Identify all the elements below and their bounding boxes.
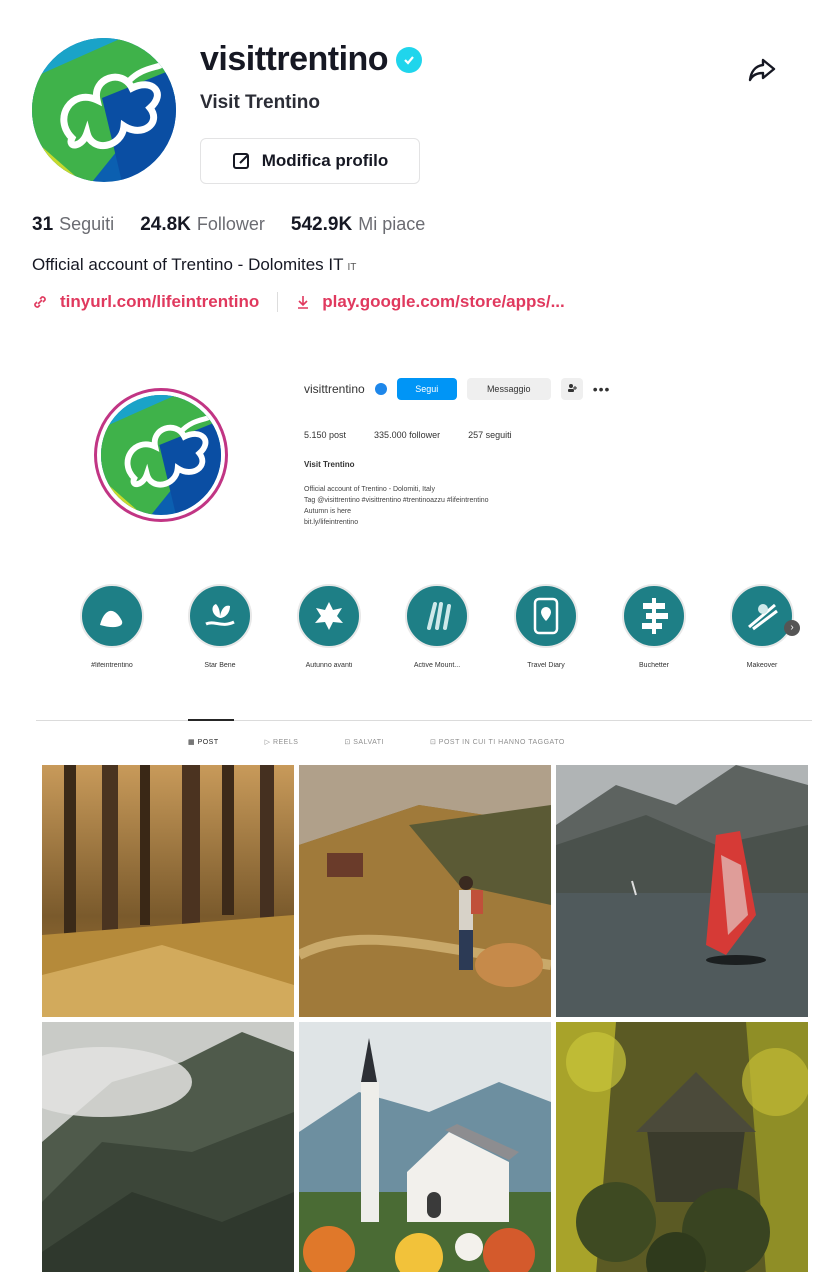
bio-flag: IT bbox=[347, 262, 357, 273]
profile-display-name: Visit Trentino bbox=[200, 92, 321, 113]
ig-bio-line: Autumn is here bbox=[304, 508, 352, 515]
link-icon bbox=[34, 296, 46, 308]
ig-add-user-icon[interactable] bbox=[560, 378, 583, 400]
tab-saved[interactable]: ⊡ SALVATI bbox=[344, 738, 384, 746]
edit-icon bbox=[232, 153, 249, 169]
followers-count[interactable]: 24.8K Follower bbox=[140, 214, 265, 236]
ig-verified-icon bbox=[374, 383, 387, 395]
ski-icon bbox=[748, 603, 778, 631]
profile-links: tinyurl.com/lifeintrentino play.google.c… bbox=[32, 292, 565, 312]
verified-badge-icon bbox=[396, 46, 423, 73]
following-count[interactable]: 31 Seguiti bbox=[32, 214, 114, 236]
grid-photo-hiker[interactable] bbox=[299, 765, 551, 1017]
edit-profile-button[interactable]: Modifica profilo bbox=[200, 138, 420, 184]
grid-photo-church[interactable] bbox=[299, 1022, 551, 1272]
highlights-next-icon[interactable]: › bbox=[784, 620, 800, 636]
profile-username: visittrentino bbox=[200, 40, 423, 79]
ig-header-row: visittrentino Segui Messaggio ••• bbox=[304, 378, 610, 400]
link-play-store[interactable]: play.google.com/store/apps/... bbox=[322, 292, 564, 312]
ig-followers-count[interactable]: 335.000 follower bbox=[374, 430, 440, 440]
grid-photo-windsurfer[interactable] bbox=[556, 765, 808, 1017]
ig-stats: 5.150 post 335.000 follower 257 seguiti bbox=[304, 430, 512, 440]
feathers-icon bbox=[427, 602, 451, 630]
tab-reels[interactable]: ▷ REELS bbox=[265, 738, 299, 746]
tabs-divider bbox=[36, 720, 812, 721]
link-divider bbox=[277, 292, 279, 312]
ig-bio-line: Official account of Trentino - Dolomiti,… bbox=[304, 486, 435, 493]
hand-plant-icon bbox=[205, 604, 235, 626]
phone-pin-icon bbox=[533, 597, 559, 635]
ig-tabs: ▦ POST ▷ REELS ⊡ SALVATI ⊡ POST IN CUI T… bbox=[188, 738, 565, 746]
tab-tagged[interactable]: ⊡ POST IN CUI TI HANNO TAGGATO bbox=[430, 738, 565, 746]
highlight-autunno[interactable]: Autunno avanti bbox=[289, 584, 369, 669]
signpost-icon bbox=[642, 598, 668, 634]
highlight-travel-diary[interactable]: Travel Diary bbox=[506, 584, 586, 669]
leaf-icon bbox=[315, 602, 343, 630]
ig-follow-button[interactable]: Segui bbox=[396, 378, 457, 400]
ig-following-count[interactable]: 257 seguiti bbox=[468, 430, 512, 440]
ig-message-button[interactable]: Messaggio bbox=[466, 378, 551, 400]
ig-display-name: Visit Trentino bbox=[304, 460, 355, 469]
share-icon[interactable] bbox=[746, 54, 778, 86]
ig-bio-link[interactable]: bit.ly/lifeintrentino bbox=[304, 517, 489, 528]
ig-username: visittrentino bbox=[304, 382, 365, 396]
profile-stats: 31 Seguiti 24.8K Follower 542.9K Mi piace bbox=[32, 214, 425, 236]
download-icon bbox=[298, 296, 309, 309]
link-tinyurl[interactable]: tinyurl.com/lifeintrentino bbox=[60, 292, 259, 312]
highlight-lifeintrentino[interactable]: #lifeintrentino bbox=[72, 584, 152, 669]
hat-icon bbox=[100, 610, 123, 628]
grid-photo-autumn-forest[interactable] bbox=[42, 765, 294, 1017]
profile-bio: Official account of Trentino - Dolomites… bbox=[32, 255, 356, 275]
tab-post[interactable]: ▦ POST bbox=[188, 738, 219, 746]
grid-photo-forest-hut[interactable] bbox=[556, 1022, 808, 1272]
ig-highlights: #lifeintrentino Star Bene Autunno avanti… bbox=[70, 584, 810, 684]
username-text: visittrentino bbox=[200, 40, 389, 78]
edit-profile-label: Modifica profilo bbox=[261, 151, 389, 170]
grid-photo-misty-mountains[interactable] bbox=[42, 1022, 294, 1272]
profile-avatar[interactable] bbox=[32, 38, 176, 182]
active-tab-indicator bbox=[188, 719, 234, 721]
ig-bio-line: Tag @visittrentino #visittrentino #trent… bbox=[304, 497, 489, 504]
highlight-star-bene[interactable]: Star Bene bbox=[180, 584, 260, 669]
ig-avatar[interactable] bbox=[94, 388, 228, 522]
ig-more-icon[interactable]: ••• bbox=[593, 381, 611, 397]
bio-text: Official account of Trentino - Dolomites… bbox=[32, 255, 344, 274]
ig-bio: Official account of Trentino - Dolomiti,… bbox=[304, 484, 489, 528]
highlight-buchetter[interactable]: Buchetter bbox=[614, 584, 694, 669]
likes-count: 542.9K Mi piace bbox=[290, 214, 426, 235]
highlight-active-mountains[interactable]: Active Mount... bbox=[397, 584, 477, 669]
ig-posts-count: 5.150 post bbox=[304, 430, 347, 440]
